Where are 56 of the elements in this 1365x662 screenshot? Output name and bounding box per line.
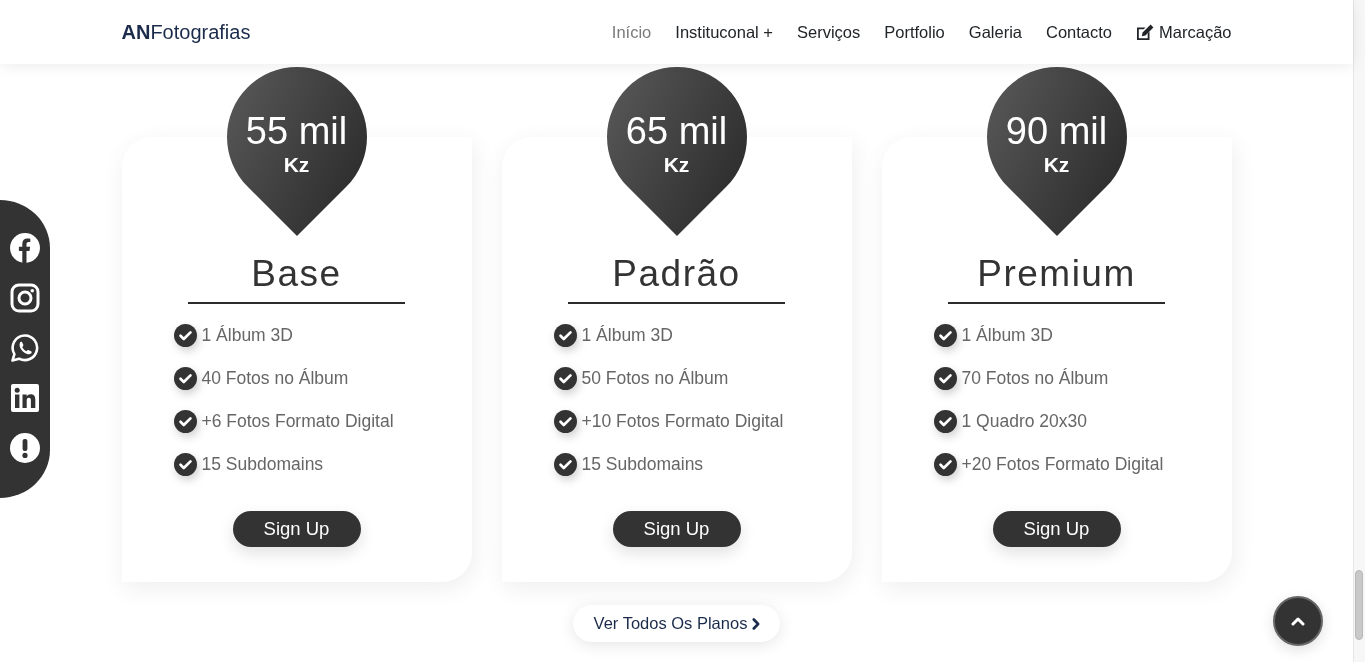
edit-icon bbox=[1136, 24, 1155, 40]
check-icon bbox=[933, 410, 957, 433]
price-currency: Kz bbox=[1043, 152, 1070, 178]
check-icon bbox=[553, 324, 577, 347]
sign-up-button[interactable]: Sign Up bbox=[992, 511, 1121, 547]
sign-up-button[interactable]: Sign Up bbox=[612, 511, 741, 547]
scrollbar-thumb[interactable] bbox=[1355, 570, 1363, 640]
plan-feature: 1 Álbum 3D bbox=[201, 325, 293, 346]
scrollbar-track[interactable] bbox=[1353, 0, 1365, 662]
nav-link[interactable]: Início bbox=[611, 22, 652, 42]
price-currency: Kz bbox=[283, 152, 310, 178]
view-all-plans-button[interactable]: Ver Todos Os Planos bbox=[572, 605, 781, 642]
plan-title: Premium bbox=[948, 252, 1165, 304]
nav-link[interactable]: Instituconal + bbox=[675, 22, 773, 42]
check-icon bbox=[173, 453, 197, 476]
sign-up-button[interactable]: Sign Up bbox=[232, 511, 361, 547]
check-icon bbox=[933, 367, 957, 390]
nav-link[interactable]: Galeria bbox=[968, 22, 1022, 42]
site-logo[interactable]: ANFotografias bbox=[121, 20, 251, 44]
price-currency: Kz bbox=[663, 152, 690, 178]
plan-feature: +10 Fotos Formato Digital bbox=[581, 411, 784, 432]
plan-feature: +20 Fotos Formato Digital bbox=[961, 454, 1164, 475]
check-icon bbox=[173, 410, 197, 433]
check-icon bbox=[173, 324, 197, 347]
check-icon bbox=[553, 410, 577, 433]
nav-link[interactable]: Serviços bbox=[797, 22, 861, 42]
check-icon bbox=[553, 453, 577, 476]
check-icon bbox=[553, 367, 577, 390]
plan-feature: 1 Álbum 3D bbox=[581, 325, 673, 346]
plan-title: Padrão bbox=[568, 252, 785, 304]
nav-link[interactable]: Marcação bbox=[1136, 22, 1232, 42]
check-icon bbox=[933, 453, 957, 476]
check-icon bbox=[173, 367, 197, 390]
chevron-up-icon bbox=[1291, 616, 1305, 626]
plan-feature: 50 Fotos no Álbum bbox=[581, 368, 729, 389]
plan-feature: +6 Fotos Formato Digital bbox=[201, 411, 394, 432]
nav-link[interactable]: Portfolio bbox=[884, 22, 945, 42]
linkedin-icon[interactable] bbox=[10, 383, 40, 413]
plan-feature: 15 Subdomains bbox=[201, 454, 324, 475]
plan-price: 55 mil bbox=[245, 110, 348, 152]
whatsapp-icon[interactable] bbox=[10, 333, 40, 363]
nav-link[interactable]: Contacto bbox=[1046, 22, 1113, 42]
plan-price: 65 mil bbox=[625, 110, 728, 152]
check-icon bbox=[933, 324, 957, 347]
chevron-right-icon bbox=[752, 617, 761, 630]
plan-price: 90 mil bbox=[1005, 110, 1108, 152]
plan-feature: 40 Fotos no Álbum bbox=[201, 368, 349, 389]
exclamation-icon[interactable] bbox=[10, 433, 40, 463]
plan-feature: 1 Quadro 20x30 bbox=[961, 411, 1087, 432]
plan-feature: 70 Fotos no Álbum bbox=[961, 368, 1109, 389]
plan-title: Base bbox=[188, 252, 405, 304]
back-to-top-button[interactable] bbox=[1273, 596, 1323, 646]
facebook-icon[interactable] bbox=[10, 233, 40, 263]
instagram-icon[interactable] bbox=[10, 283, 40, 313]
plan-feature: 1 Álbum 3D bbox=[961, 325, 1053, 346]
plan-feature: 15 Subdomains bbox=[581, 454, 704, 475]
